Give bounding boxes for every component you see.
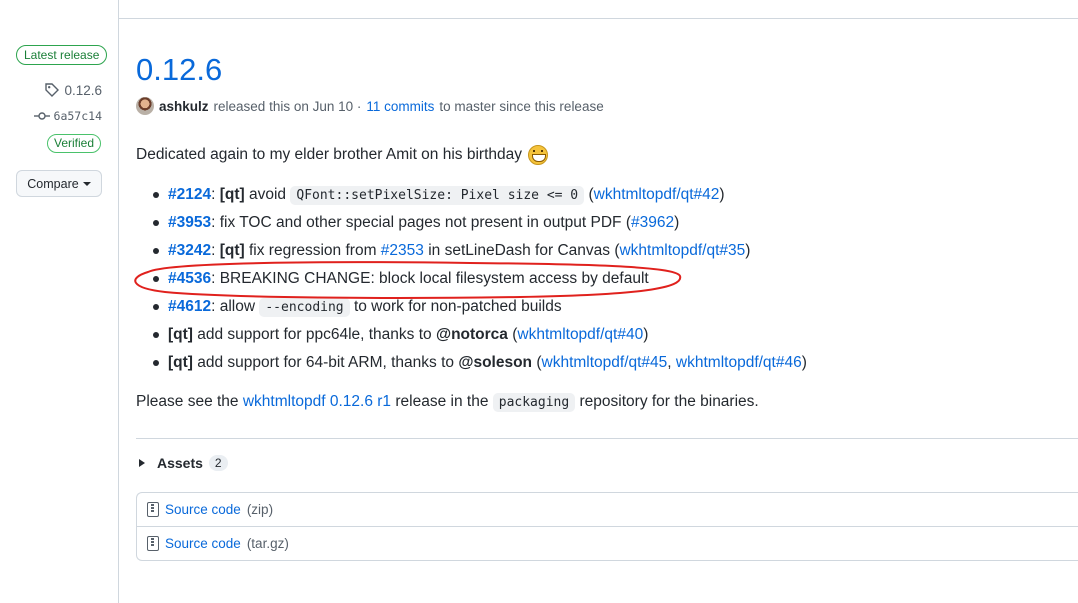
inline-code: --encoding — [259, 298, 350, 317]
commit-icon — [33, 112, 50, 120]
change-text: avoid — [249, 186, 287, 203]
note-text-2: release in the — [395, 393, 489, 410]
issue-link[interactable]: #4536 — [168, 270, 211, 287]
change-text: : fix TOC and other special pages not pr… — [211, 214, 631, 231]
separator: , — [667, 354, 672, 371]
qt-link[interactable]: wkhtmltopdf/qt#42 — [594, 186, 720, 203]
qt-tag: [qt] — [219, 242, 245, 259]
grinning-emoji-icon — [528, 145, 548, 165]
change-text-2: to work for non-patched builds — [353, 298, 562, 315]
list-item: #2124: [qt] avoid QFont::setPixelSize: P… — [150, 183, 807, 211]
change-text: : allow — [211, 298, 256, 315]
change-text: : BREAKING CHANGE: block local filesyste… — [211, 270, 649, 287]
changelog-list: #2124: [qt] avoid QFont::setPixelSize: P… — [150, 183, 807, 379]
dedication: Dedicated again to my elder brother Amit… — [136, 145, 548, 165]
tag-name: 0.12.6 — [64, 82, 102, 98]
list-item: #3953: fix TOC and other special pages n… — [150, 211, 807, 239]
release-meta: ashkulz released this on Jun 10 · 11 com… — [136, 97, 604, 115]
commits-link[interactable]: 11 commits — [366, 99, 434, 114]
released-text: released this on Jun 10 · — [213, 98, 362, 114]
qt-link[interactable]: wkhtmltopdf/qt#45 — [542, 354, 668, 371]
user-mention[interactable]: @soleson — [458, 354, 532, 371]
asset-row-zip[interactable]: Source code (zip) — [137, 493, 1078, 526]
paren-close: ) — [674, 214, 680, 231]
pr-link[interactable]: #2353 — [381, 242, 424, 259]
asset-link[interactable]: Source code — [165, 502, 241, 517]
asset-ext: (zip) — [246, 502, 274, 517]
issue-link[interactable]: #2124 — [168, 186, 211, 203]
paren-close: ) — [801, 354, 807, 371]
latest-release-badge: Latest release — [16, 45, 108, 65]
asset-row-targz[interactable]: Source code (tar.gz) — [137, 526, 1078, 560]
change-text: add support for 64-bit ARM, thanks to — [197, 354, 455, 371]
user-mention[interactable]: @notorca — [436, 326, 508, 343]
list-item: [qt] add support for ppc64le, thanks to … — [150, 323, 807, 351]
compare-label: Compare — [27, 176, 79, 191]
list-item: #3242: [qt] fix regression from #2353 in… — [150, 239, 807, 267]
qt-tag: [qt] — [168, 354, 193, 371]
pr-link[interactable]: #3962 — [631, 214, 674, 231]
file-zip-icon — [147, 536, 159, 551]
release-sidebar: Latest release 0.12.6 6a57c14 Verified C… — [0, 0, 118, 603]
list-item: [qt] add support for 64-bit ARM, thanks … — [150, 351, 807, 379]
since-text: to master since this release — [439, 98, 604, 114]
paren-close: ) — [719, 186, 725, 203]
inline-code: packaging — [492, 393, 576, 412]
avatar[interactable] — [136, 97, 154, 115]
compare-button[interactable]: Compare — [16, 170, 102, 197]
commit-sha: 6a57c14 — [53, 109, 102, 123]
paren-close: ) — [643, 326, 649, 343]
sidebar-divider — [118, 0, 119, 603]
asset-ext: (tar.gz) — [246, 536, 289, 551]
colon: : — [211, 186, 216, 203]
paren-close: ) — [745, 242, 751, 259]
triangle-down-icon — [139, 459, 145, 467]
change-text: fix regression from — [249, 242, 377, 259]
tag-link[interactable]: 0.12.6 — [44, 82, 102, 98]
issue-link[interactable]: #4612 — [168, 298, 211, 315]
author-link[interactable]: ashkulz — [159, 99, 209, 114]
packaging-note: Please see the wkhtmltopdf 0.12.6 r1 rel… — [136, 393, 759, 412]
file-zip-icon — [147, 502, 159, 517]
caret-down-icon — [82, 181, 91, 186]
note-text-3: repository for the binaries. — [579, 393, 759, 410]
inline-code: QFont::setPixelSize: Pixel size <= 0 — [290, 186, 585, 205]
asset-link[interactable]: Source code — [165, 536, 241, 551]
issue-link[interactable]: #3953 — [168, 214, 211, 231]
qt-link[interactable]: wkhtmltopdf/qt#46 — [676, 354, 802, 371]
tag-icon — [45, 83, 60, 97]
qt-tag: [qt] — [168, 326, 193, 343]
list-item: #4536: BREAKING CHANGE: block local file… — [150, 267, 807, 295]
change-text: add support for ppc64le, thanks to — [197, 326, 432, 343]
note-text: Please see the — [136, 393, 239, 410]
qt-link[interactable]: wkhtmltopdf/qt#40 — [517, 326, 643, 343]
assets-count: 2 — [208, 455, 228, 471]
verified-badge[interactable]: Verified — [47, 134, 102, 153]
change-text-2: in setLineDash for Canvas ( — [428, 242, 620, 259]
qt-link[interactable]: wkhtmltopdf/qt#35 — [619, 242, 745, 259]
assets-label: Assets — [157, 455, 203, 471]
top-divider — [119, 18, 1078, 19]
section-divider — [136, 438, 1078, 439]
dedication-text: Dedicated again to my elder brother Amit… — [136, 146, 522, 163]
commit-link[interactable]: 6a57c14 — [33, 109, 102, 123]
release-link[interactable]: wkhtmltopdf 0.12.6 r1 — [243, 393, 391, 410]
release-title[interactable]: 0.12.6 — [136, 52, 222, 88]
assets-toggle[interactable]: Assets 2 — [136, 455, 228, 471]
asset-list: Source code (zip) Source code (tar.gz) — [136, 492, 1078, 561]
qt-tag: [qt] — [219, 186, 245, 203]
colon: : — [211, 242, 216, 259]
issue-link[interactable]: #3242 — [168, 242, 211, 259]
list-item: #4612: allow --encoding to work for non-… — [150, 295, 807, 323]
